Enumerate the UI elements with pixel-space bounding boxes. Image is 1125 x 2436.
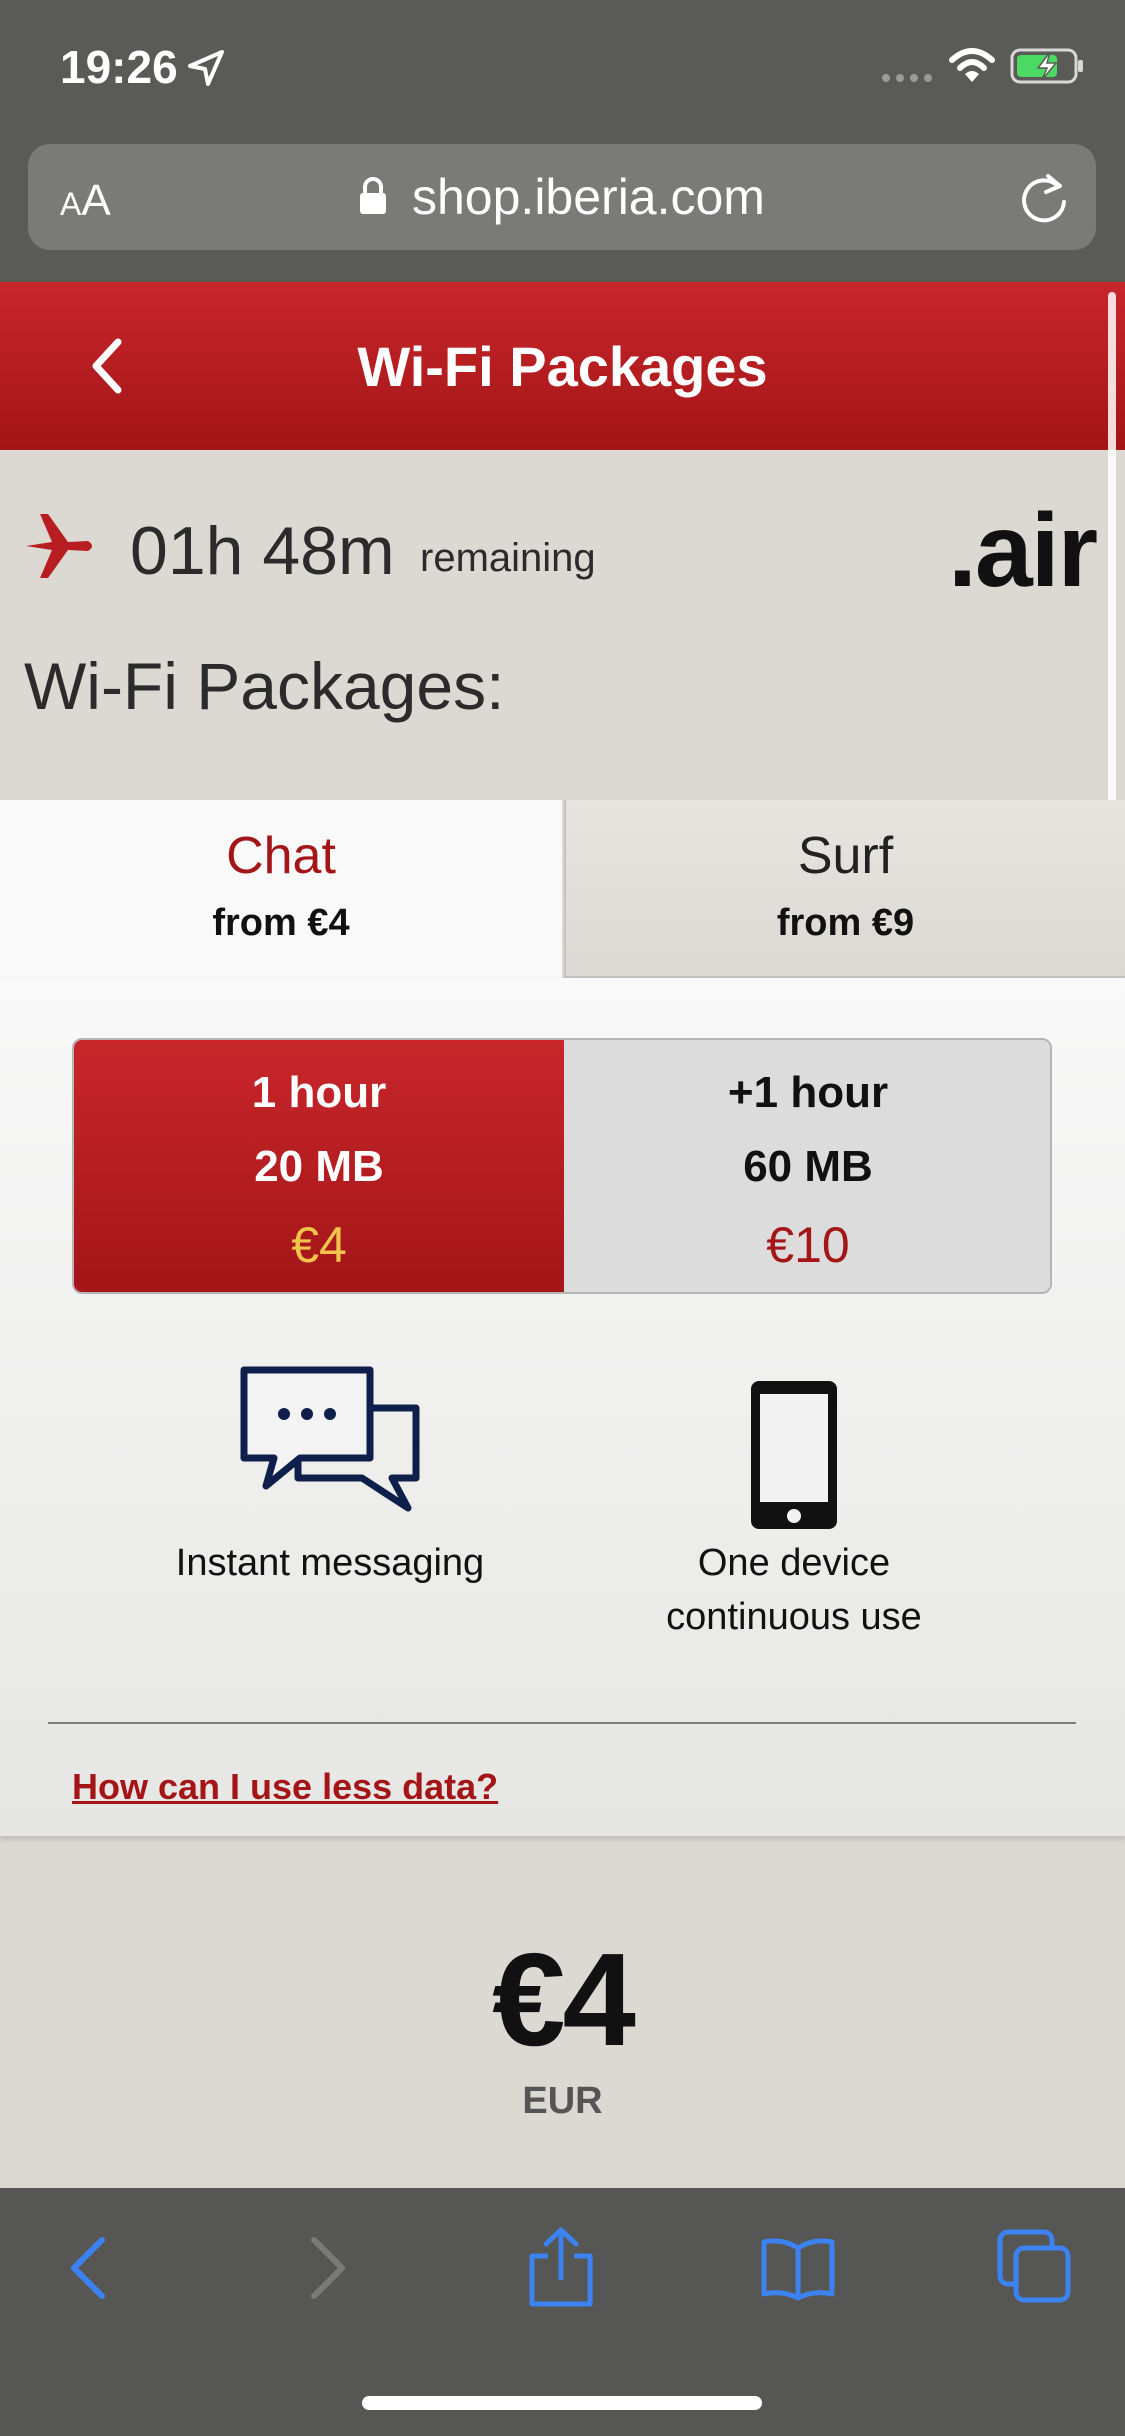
option-time: +1 hour (727, 1068, 889, 1117)
url-text[interactable]: shop.iberia.com (412, 168, 765, 226)
feature-messaging-label: Instant messaging (175, 1542, 485, 1584)
tab-chat[interactable]: Chat from €4 (0, 800, 562, 978)
text-size-small-label: A (60, 186, 82, 222)
bookmarks-icon[interactable] (760, 2236, 836, 2302)
text-size-button[interactable]: AA (60, 176, 111, 226)
option-plus-1-hour[interactable]: +1 hour 60 MB €10 (564, 1040, 1050, 1292)
back-icon[interactable] (66, 2234, 110, 2302)
remaining-time: 01h 48m (130, 513, 395, 589)
package-options: 1 hour 20 MB €4 +1 hour 60 MB €10 (72, 1038, 1052, 1294)
wifi-icon (949, 48, 995, 82)
feature-device-label: One device (697, 1542, 891, 1584)
packages-heading: Wi-Fi Packages: (24, 649, 505, 723)
divider (48, 1722, 1076, 1724)
option-price: €10 (766, 1217, 850, 1273)
lock-icon (360, 177, 386, 214)
smartphone-icon (751, 1381, 837, 1529)
battery-charging-icon (1010, 48, 1083, 84)
chat-bubbles-icon (240, 1366, 420, 1512)
page-title: Wi-Fi Packages (357, 335, 768, 398)
total-currency: EUR (522, 2080, 603, 2122)
status-time: 19:26 (60, 41, 178, 93)
text-size-large-label: A (81, 176, 111, 225)
cellular-signal-icon (882, 74, 932, 82)
tab-surf[interactable]: Surf from €9 (564, 800, 1125, 978)
option-1-hour[interactable]: 1 hour 20 MB €4 (74, 1040, 564, 1292)
remaining-label: remaining (420, 536, 596, 580)
tab-chat-price: from €4 (212, 902, 350, 944)
option-data: 60 MB (743, 1142, 873, 1191)
forward-icon[interactable] (306, 2234, 350, 2302)
less-data-link[interactable]: How can I use less data? (72, 1766, 498, 1808)
location-arrow-icon (188, 50, 224, 86)
tab-surf-name: Surf (797, 827, 894, 885)
tab-surf-price: from €9 (776, 902, 915, 944)
share-icon[interactable] (526, 2226, 596, 2308)
option-price: €4 (291, 1217, 347, 1273)
tabs-icon[interactable] (996, 2228, 1072, 2304)
option-time: 1 hour (251, 1068, 387, 1117)
total-price: €4 (492, 1926, 636, 2073)
airplane-icon (26, 514, 92, 578)
brand-logo: .air (948, 493, 1098, 609)
reload-icon[interactable] (1018, 170, 1070, 224)
tab-chat-name: Chat (226, 827, 336, 885)
home-indicator[interactable] (362, 2396, 762, 2410)
feature-device-label-2: continuous use (666, 1596, 922, 1638)
option-data: 20 MB (254, 1142, 384, 1191)
